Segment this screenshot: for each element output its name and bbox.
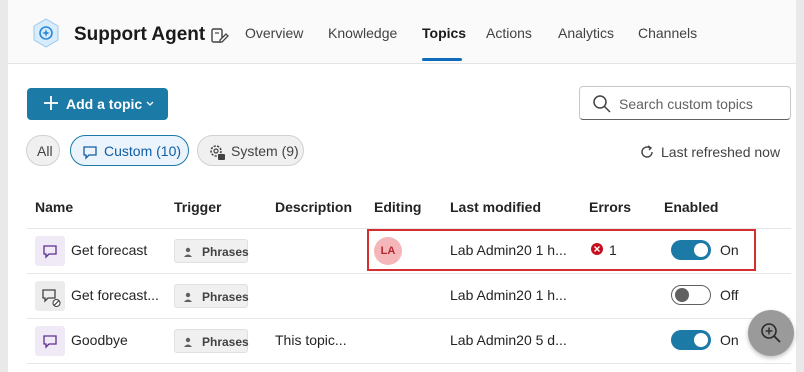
trigger-label: Phrases [202, 245, 249, 259]
col-header-last-modified[interactable]: Last modified [450, 199, 541, 215]
plus-icon [44, 96, 58, 110]
filter-all[interactable]: All [26, 135, 60, 166]
tab-analytics[interactable]: Analytics [558, 25, 614, 41]
trigger-label: Phrases [202, 335, 249, 349]
col-header-name[interactable]: Name [35, 199, 73, 215]
add-topic-button[interactable]: Add a topic [27, 88, 168, 120]
trigger-badge: Phrases [174, 329, 249, 353]
agent-name: Support Agent [74, 24, 206, 45]
app-frame: Support Agent Overview Knowledge Topics … [8, 0, 796, 372]
trigger-badge: Phrases [174, 284, 249, 308]
col-header-errors[interactable]: Errors [589, 199, 631, 215]
col-header-enabled[interactable]: Enabled [664, 199, 718, 215]
chat-bubble-icon [43, 245, 57, 259]
top-header: Support Agent Overview Knowledge Topics … [8, 0, 796, 64]
filter-all-label: All [37, 143, 53, 159]
topic-name[interactable]: Get forecast [71, 242, 147, 258]
filter-system[interactable]: System (9) [197, 135, 304, 166]
refresh-icon [641, 145, 653, 158]
search-icon [593, 95, 611, 113]
topic-name[interactable]: Get forecast... [71, 287, 159, 303]
col-header-editing[interactable]: Editing [374, 199, 421, 215]
copilot-agent-icon [33, 18, 59, 48]
topic-icon [35, 281, 65, 311]
table-row[interactable]: Get forecast... Phrases Lab Admin20 1 h.… [27, 274, 791, 318]
trigger-badge: Phrases [174, 239, 249, 263]
tab-topics[interactable]: Topics [422, 25, 466, 41]
chat-bubble-disabled-icon [42, 289, 61, 308]
topic-description: This topic... [275, 332, 347, 348]
enabled-state: On [720, 332, 739, 348]
filter-custom-label: Custom (10) [104, 143, 182, 159]
person-icon [184, 337, 192, 347]
enabled-toggle[interactable] [671, 285, 711, 305]
col-header-description[interactable]: Description [275, 199, 352, 215]
last-modified: Lab Admin20 5 d... [450, 332, 567, 348]
topic-icon [35, 326, 65, 356]
search-placeholder: Search custom topics [619, 96, 753, 112]
edit-agent-icon[interactable] [209, 25, 229, 45]
refresh-label: Last refreshed now [661, 144, 781, 160]
filter-custom[interactable]: Custom (10) [70, 135, 189, 166]
table-row[interactable]: Goodbye Phrases This topic... Lab Admin2… [27, 319, 791, 363]
tab-overview[interactable]: Overview [245, 25, 303, 41]
filter-system-label: System (9) [231, 143, 299, 159]
enabled-state: Off [720, 287, 739, 303]
person-icon [184, 247, 192, 257]
system-gear-icon [210, 145, 225, 160]
tab-actions[interactable]: Actions [486, 25, 532, 41]
topic-icon [35, 236, 65, 266]
col-header-trigger[interactable]: Trigger [174, 199, 221, 215]
tab-knowledge[interactable]: Knowledge [328, 25, 397, 41]
row-divider [27, 363, 791, 364]
last-modified: Lab Admin20 1 h... [450, 287, 567, 303]
highlight-box [367, 229, 756, 271]
add-topic-label: Add a topic [66, 96, 143, 112]
chat-bubble-icon [83, 146, 97, 160]
trigger-label: Phrases [202, 290, 249, 304]
active-tab-indicator [422, 58, 462, 61]
enabled-toggle[interactable] [671, 330, 711, 350]
chevron-down-icon [146, 101, 154, 106]
zoom-button[interactable] [748, 310, 794, 356]
zoom-in-icon [761, 323, 781, 343]
search-topics-input[interactable]: Search custom topics [579, 86, 791, 120]
tab-channels[interactable]: Channels [638, 25, 697, 41]
topic-name[interactable]: Goodbye [71, 332, 128, 348]
chat-bubble-icon [43, 335, 57, 349]
person-icon [184, 292, 192, 302]
